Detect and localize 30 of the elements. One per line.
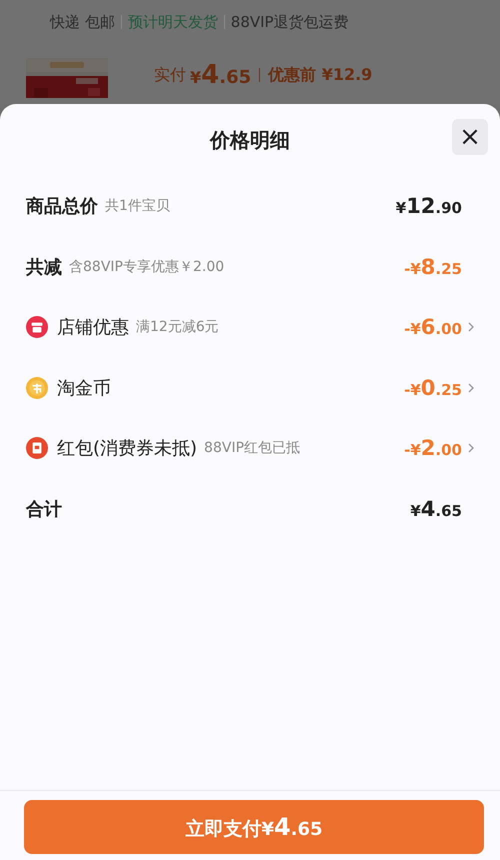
amount: -¥8.25	[404, 254, 462, 279]
close-button[interactable]: ×	[452, 119, 488, 155]
amount: -¥6.00	[404, 315, 462, 340]
shop-icon	[26, 316, 48, 338]
chevron-icon[interactable]	[468, 443, 474, 454]
paid-label: 实付	[154, 64, 186, 86]
coin-icon	[26, 376, 48, 399]
chevron-icon[interactable]	[468, 382, 474, 393]
shipping-label: 预计明天发货	[128, 12, 218, 32]
chevron-icon[interactable]	[468, 322, 474, 332]
original-price: 优惠前 ¥12.9	[268, 64, 372, 86]
row-label: 店铺优惠	[57, 316, 129, 340]
amount: -¥0.25	[404, 376, 462, 400]
sheet-title: 价格明细	[210, 126, 290, 154]
row-label: 共减	[26, 256, 62, 279]
amount: ¥4.65	[410, 496, 462, 521]
row-label: 淘金币	[57, 376, 111, 400]
row-note: 88VIP红包已抵	[204, 439, 300, 458]
row-label: 商品总价	[26, 195, 98, 218]
row-note: 满12元减6元	[136, 318, 219, 336]
shipping-label: 88VIP退货包运费	[230, 12, 349, 32]
shipping-label: 快递 包邮	[50, 12, 115, 32]
row-label: 红包(消费券未抵)	[57, 437, 198, 460]
paid-amount: ¥4.65	[190, 60, 252, 90]
row-note: 含88VIP专享优惠￥2.00	[69, 258, 224, 276]
row-label: 合计	[26, 498, 62, 521]
row-note: 共1件宝贝	[105, 197, 170, 216]
envelope-icon	[26, 437, 48, 460]
amount: ¥12.90	[396, 194, 462, 218]
amount: -¥2.00	[404, 436, 462, 460]
